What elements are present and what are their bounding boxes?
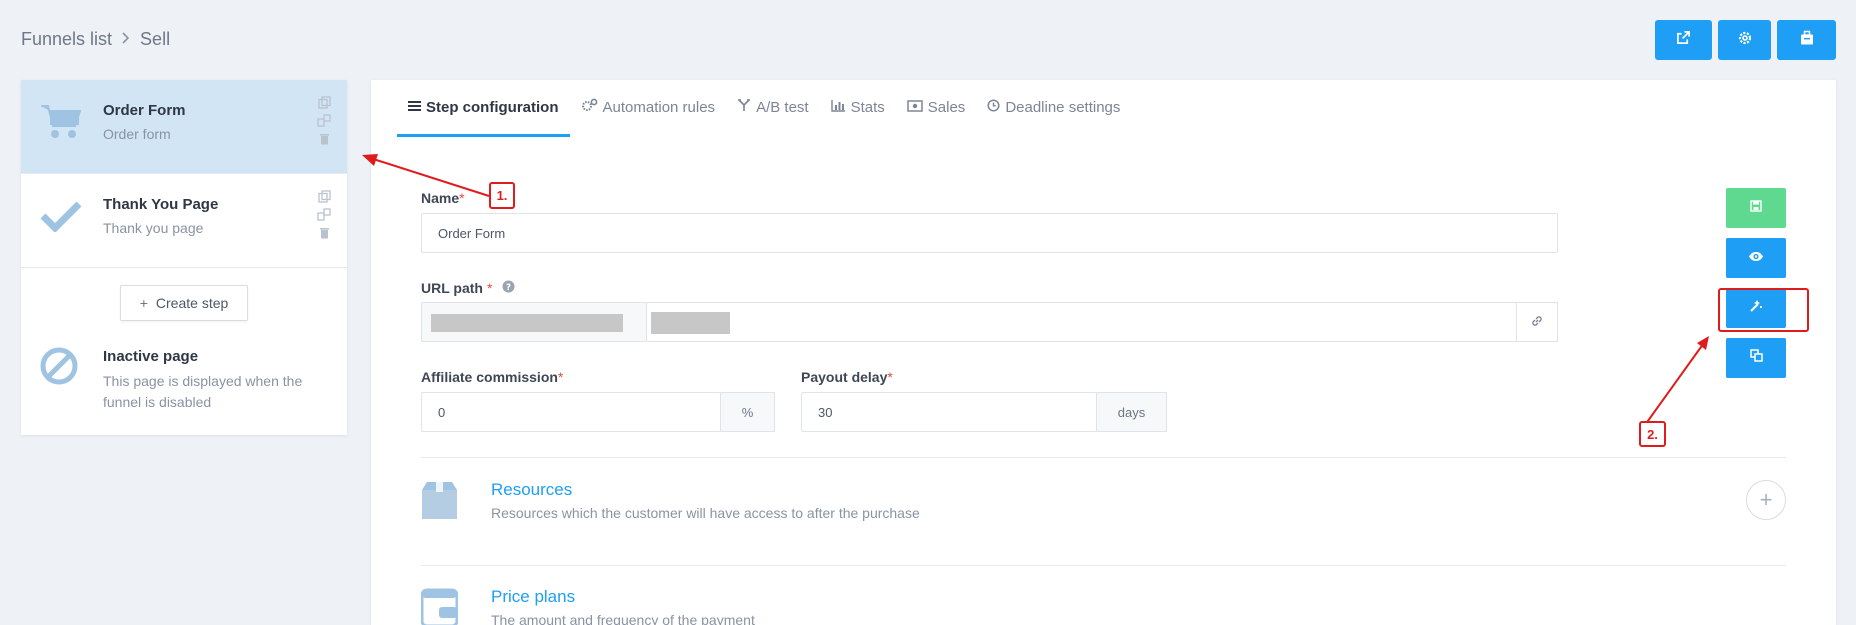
copy-icon[interactable]: [317, 190, 331, 203]
box-icon: [421, 480, 458, 525]
price-plans-title: Price plans: [491, 587, 576, 606]
step-subtitle: Order form: [103, 126, 171, 142]
affiliate-commission-input[interactable]: 0: [421, 392, 721, 432]
step-order-form[interactable]: Order Form Order form: [21, 80, 347, 174]
step-title: Thank You Page: [103, 196, 219, 213]
divider: [421, 457, 1786, 458]
tab-label: Automation rules: [602, 98, 716, 116]
cogs-icon: [581, 98, 598, 116]
name-label: Name*: [421, 190, 465, 206]
create-step-button[interactable]: + Create step: [119, 285, 249, 321]
ban-icon: [39, 346, 79, 391]
divider: [421, 565, 1786, 566]
link-icon: [1530, 314, 1544, 331]
annotation-number-1: 1.: [489, 182, 515, 209]
percent-addon: %: [720, 392, 775, 432]
tab-stats[interactable]: Stats: [820, 80, 896, 137]
plus-icon: +: [139, 295, 148, 311]
check-icon: [37, 192, 85, 240]
inactive-page[interactable]: Inactive page This page is displayed whe…: [21, 338, 347, 413]
payout-delay-label: Payout delay*: [801, 369, 893, 385]
tab-automation-rules[interactable]: Automation rules: [570, 80, 727, 137]
briefcase-icon: [1799, 30, 1815, 51]
step-thank-you[interactable]: Thank You Page Thank you page: [21, 174, 347, 268]
plus-icon: +: [1759, 487, 1773, 512]
trash-icon[interactable]: [317, 226, 331, 239]
copy-icon[interactable]: [317, 96, 331, 109]
affiliate-value: 0: [438, 404, 446, 420]
external-link-icon: [1676, 30, 1691, 50]
step-panel: Step configuration Automation rules A/B …: [371, 80, 1836, 625]
add-resource-button[interactable]: +: [1746, 480, 1786, 520]
chevron-right-icon: [122, 31, 130, 49]
name-value: Order Form: [438, 225, 506, 241]
resources-subtitle: Resources which the customer will have a…: [491, 505, 920, 521]
header-actions: [1655, 20, 1836, 60]
redacted-domain: [431, 314, 623, 332]
bar-chart-icon: [830, 99, 846, 116]
open-external-button[interactable]: [1655, 20, 1712, 60]
clock-icon: [987, 98, 1000, 116]
create-step-area: + Create step: [21, 268, 347, 338]
url-path-label: URL path * ?: [421, 280, 515, 296]
split-icon: [737, 98, 751, 116]
inactive-subtitle: This page is displayed when the funnel i…: [103, 373, 303, 410]
tab-bar: Step configuration Automation rules A/B …: [397, 80, 1131, 137]
money-icon: [907, 99, 923, 116]
funnel-tools-button[interactable]: [1777, 20, 1836, 60]
breadcrumb: Funnels list Sell: [21, 29, 170, 50]
clone-button[interactable]: [1726, 338, 1786, 378]
redacted-path: [651, 312, 730, 334]
duplicate-icon[interactable]: [317, 208, 331, 221]
copy-icon: [1749, 349, 1763, 367]
annotation-number-2: 2.: [1639, 421, 1666, 447]
breadcrumb-root-link[interactable]: Funnels list: [21, 29, 112, 50]
help-icon[interactable]: ?: [502, 280, 515, 296]
settings-button[interactable]: [1718, 20, 1771, 60]
annotation-highlight-box: [1718, 288, 1809, 332]
tab-sales[interactable]: Sales: [896, 80, 977, 137]
tab-label: Sales: [927, 98, 966, 116]
gear-icon: [1737, 30, 1753, 51]
payout-delay-input[interactable]: 30: [801, 392, 1097, 432]
save-icon: [1750, 199, 1762, 217]
step-subtitle: Thank you page: [103, 220, 204, 236]
days-addon: days: [1096, 392, 1167, 432]
save-button[interactable]: [1726, 188, 1786, 228]
cart-icon: [37, 98, 85, 146]
eye-icon: [1748, 249, 1764, 267]
tab-ab-test[interactable]: A/B test: [726, 80, 820, 137]
affiliate-commission-label: Affiliate commission*: [421, 369, 564, 385]
create-step-label: Create step: [155, 295, 229, 311]
step-tools: [317, 96, 331, 145]
tab-label: A/B test: [756, 98, 809, 116]
price-plans-subtitle: The amount and frequency of the payment: [491, 612, 755, 625]
duplicate-icon[interactable]: [317, 114, 331, 127]
tab-label: Stats: [850, 98, 885, 116]
step-title: Order Form: [103, 102, 186, 119]
trash-icon[interactable]: [317, 132, 331, 145]
payout-value: 30: [818, 404, 833, 420]
list-icon: [408, 99, 421, 116]
preview-button[interactable]: [1726, 238, 1786, 278]
resources-title: Resources: [491, 480, 573, 499]
breadcrumb-current: Sell: [140, 29, 171, 49]
svg-text:?: ?: [506, 283, 511, 293]
tab-label: Deadline settings: [1005, 98, 1121, 116]
inactive-title: Inactive page: [103, 348, 199, 365]
price-plans-section[interactable]: Price plans The amount and frequency of …: [420, 587, 1421, 625]
tab-deadline-settings[interactable]: Deadline settings: [976, 80, 1131, 137]
tab-label: Step configuration: [426, 98, 559, 116]
url-path-input[interactable]: [646, 302, 1517, 342]
wallet-icon: [420, 587, 459, 625]
name-input[interactable]: Order Form: [421, 213, 1558, 253]
resources-section[interactable]: Resources Resources which the customer w…: [421, 480, 1421, 540]
tab-step-configuration[interactable]: Step configuration: [397, 80, 570, 137]
link-button[interactable]: [1516, 302, 1558, 342]
steps-sidebar: Order Form Order form Thank You Page Tha…: [21, 80, 347, 435]
step-tools: [317, 190, 331, 239]
